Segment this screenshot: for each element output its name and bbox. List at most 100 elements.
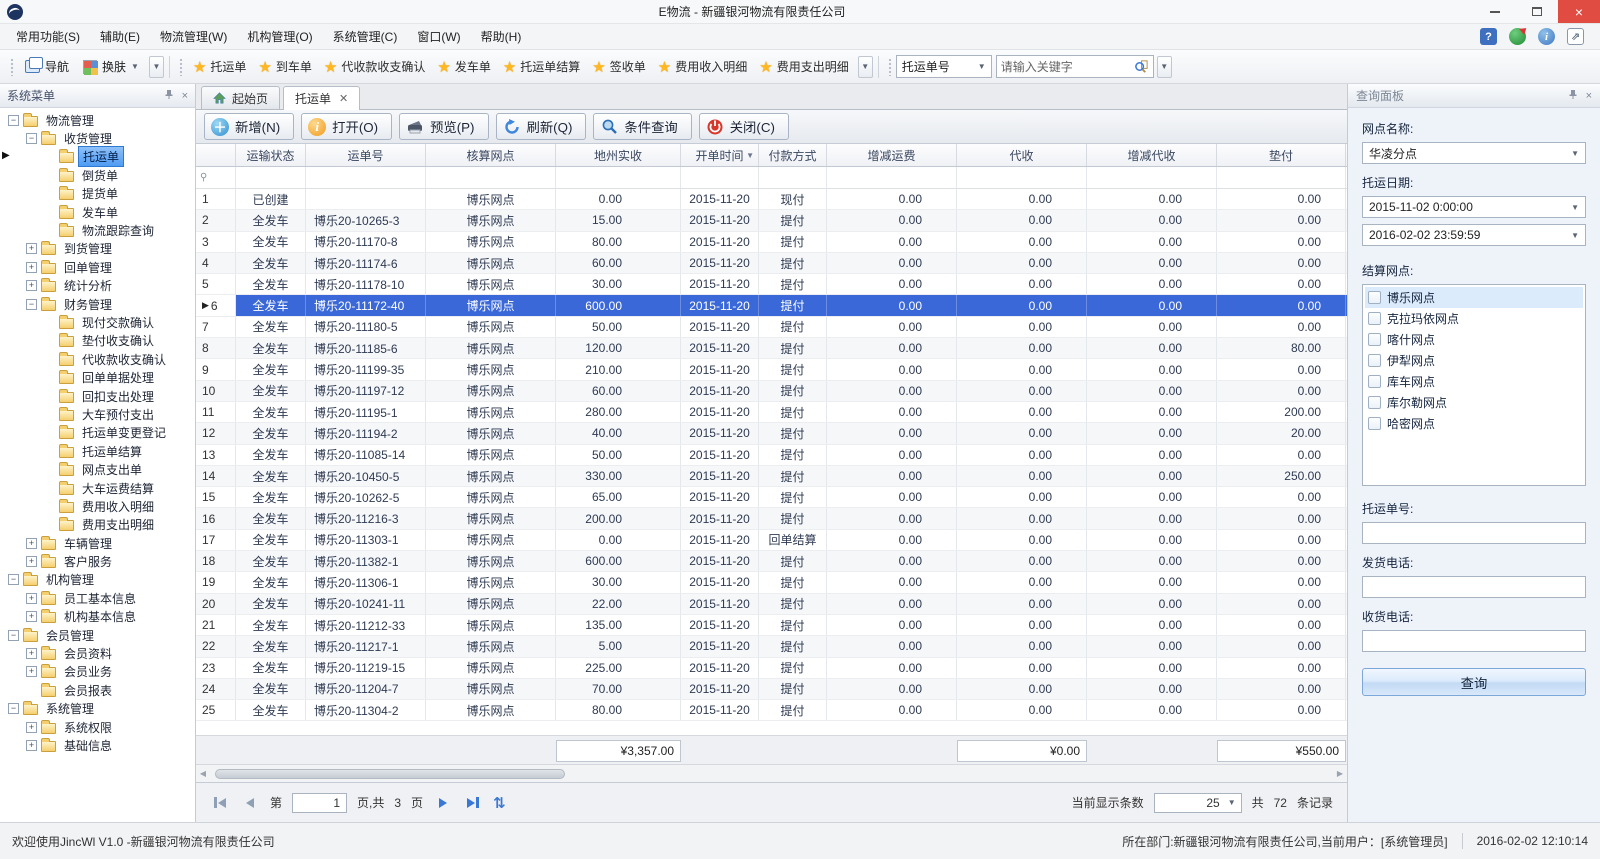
first-page-button[interactable] [210, 793, 230, 813]
collapse-icon[interactable]: − [26, 133, 37, 144]
tree-node[interactable]: 大车运费结算 [0, 479, 195, 497]
column-header[interactable]: 增减代收 [1087, 144, 1217, 166]
column-header[interactable]: 地州实收 [556, 144, 681, 166]
filter-cell[interactable] [1217, 167, 1346, 188]
table-row[interactable]: 25全发车博乐20-11304-2博乐网点80.002015-11-20提付0.… [196, 700, 1347, 721]
favorite-item[interactable]: ★代收款收支确认 [318, 58, 431, 76]
tree-node[interactable]: +基础信息 [0, 736, 195, 754]
tree-node[interactable]: +回单管理 [0, 258, 195, 276]
grid-filter-row[interactable]: ⚲ [196, 167, 1347, 189]
keyword-search-input[interactable] [1001, 60, 1134, 74]
date-to-select[interactable]: 2016-02-02 23:59:59 ▼ [1362, 224, 1586, 246]
table-row[interactable]: 3全发车博乐20-11170-8博乐网点80.002015-11-20提付0.0… [196, 232, 1347, 253]
expand-icon[interactable]: + [26, 538, 37, 549]
favorite-item[interactable]: ★托运单 [187, 58, 252, 76]
tree-node[interactable]: −财务管理 [0, 295, 195, 313]
favorite-item[interactable]: ★发车单 [431, 58, 496, 76]
horizontal-scrollbar[interactable]: ◀ ▶ [196, 765, 1347, 782]
filter-cell[interactable] [1087, 167, 1217, 188]
skin-button[interactable]: 换肤 ▼ [76, 54, 146, 79]
expand-icon[interactable]: + [26, 262, 37, 273]
settle-site-item[interactable]: 库车网点 [1365, 371, 1583, 392]
tree-node[interactable]: 代收款收支确认 [0, 350, 195, 368]
close-button[interactable]: × [1558, 0, 1600, 23]
favorite-item[interactable]: ★费用支出明细 [753, 58, 854, 76]
page-number-input[interactable] [292, 793, 347, 813]
tree-node[interactable]: +员工基本信息 [0, 589, 195, 607]
search-field-select[interactable]: 托运单号 ▼ [896, 55, 992, 78]
skin-more-button[interactable]: ▼ [149, 56, 164, 78]
checkbox-icon[interactable] [1368, 417, 1381, 430]
settle-site-item[interactable]: 库尔勒网点 [1365, 392, 1583, 413]
table-row[interactable]: 17全发车博乐20-11303-1博乐网点0.002015-11-20回单结算0… [196, 530, 1347, 551]
column-header[interactable]: 垫付 [1217, 144, 1346, 166]
prev-page-button[interactable] [240, 793, 260, 813]
table-row[interactable]: 2全发车博乐20-10265-3博乐网点15.002015-11-20提付0.0… [196, 210, 1347, 231]
menu-item[interactable]: 帮助(H) [471, 24, 532, 49]
filter-cell[interactable] [556, 167, 681, 188]
tree-node[interactable]: −物流管理 [0, 111, 195, 129]
column-header[interactable]: 增减运费 [827, 144, 957, 166]
settle-site-item[interactable]: 哈密网点 [1365, 413, 1583, 434]
table-row[interactable]: 13全发车博乐20-11085-14博乐网点50.002015-11-20提付0… [196, 445, 1347, 466]
maximize-button[interactable] [1516, 0, 1558, 23]
tree-node[interactable]: 网点支出单 [0, 460, 195, 478]
favorite-item[interactable]: ★签收单 [586, 58, 651, 76]
search-options-button[interactable]: ▼ [1157, 56, 1172, 78]
tree-node[interactable]: 回扣支出处理 [0, 387, 195, 405]
export-icon[interactable]: ⇗ [1567, 28, 1584, 45]
new-button[interactable]: ＋ 新增(N) [204, 113, 294, 140]
close-panel-icon[interactable]: × [182, 90, 188, 102]
checkbox-icon[interactable] [1368, 312, 1381, 325]
expand-icon[interactable]: + [26, 556, 37, 567]
checkbox-icon[interactable] [1368, 375, 1381, 388]
menu-item[interactable]: 系统管理(C) [323, 24, 408, 49]
tree-node[interactable]: +客户服务 [0, 552, 195, 570]
menu-item[interactable]: 机构管理(O) [237, 24, 322, 49]
table-row[interactable]: 5全发车博乐20-11178-10博乐网点30.002015-11-20提付0.… [196, 274, 1347, 295]
menu-item[interactable]: 窗口(W) [407, 24, 470, 49]
table-row[interactable]: 15全发车博乐20-10262-5博乐网点65.002015-11-20提付0.… [196, 487, 1347, 508]
column-header[interactable]: 核算网点 [426, 144, 556, 166]
query-button[interactable]: 查询 [1362, 668, 1586, 696]
table-row[interactable]: 10全发车博乐20-11197-12博乐网点60.002015-11-20提付0… [196, 381, 1347, 402]
settle-site-item[interactable]: 博乐网点 [1365, 287, 1583, 308]
tree-node[interactable]: +会员资料 [0, 644, 195, 662]
page-size-select[interactable]: 25 ▼ [1154, 793, 1242, 813]
settle-site-item[interactable]: 喀什网点 [1365, 329, 1583, 350]
table-row[interactable]: 14全发车博乐20-10450-5博乐网点330.002015-11-20提付0… [196, 466, 1347, 487]
expand-icon[interactable]: + [26, 243, 37, 254]
table-row[interactable]: 9全发车博乐20-11199-35博乐网点210.002015-11-20提付0… [196, 359, 1347, 380]
tree-node[interactable]: +到货管理 [0, 240, 195, 258]
tree-node[interactable]: +统计分析 [0, 277, 195, 295]
date-from-select[interactable]: 2015-11-02 0:00:00 ▼ [1362, 196, 1586, 218]
tree-node[interactable]: −机构管理 [0, 571, 195, 589]
tree-node[interactable]: 提货单 [0, 185, 195, 203]
close-tab-button[interactable]: 关闭(C) [699, 113, 789, 140]
pin-icon[interactable] [1568, 89, 1578, 103]
favorite-item[interactable]: ★费用收入明细 [652, 58, 753, 76]
minimize-button[interactable] [1474, 0, 1516, 23]
table-row[interactable]: 18全发车博乐20-11382-1博乐网点600.002015-11-20提付0… [196, 551, 1347, 572]
table-row[interactable]: 24全发车博乐20-11204-7博乐网点70.002015-11-20提付0.… [196, 679, 1347, 700]
expand-icon[interactable]: + [26, 740, 37, 751]
menu-item[interactable]: 常用功能(S) [6, 24, 90, 49]
filter-cell[interactable] [306, 167, 426, 188]
close-panel-icon[interactable]: × [1586, 90, 1592, 102]
expand-icon[interactable]: + [26, 280, 37, 291]
tree-node[interactable]: +机构基本信息 [0, 608, 195, 626]
open-button[interactable]: i 打开(O) [301, 113, 392, 140]
receiver-phone-input[interactable] [1362, 630, 1586, 652]
waybill-no-input[interactable] [1362, 522, 1586, 544]
info-icon[interactable]: i [1538, 28, 1555, 45]
filter-query-button[interactable]: 条件查询 [593, 113, 691, 140]
collapse-icon[interactable]: − [8, 574, 19, 585]
collapse-icon[interactable]: − [8, 703, 19, 714]
table-row[interactable]: ▶6全发车博乐20-11172-40博乐网点600.002015-11-20提付… [196, 295, 1347, 316]
collapse-icon[interactable]: − [26, 299, 37, 310]
scrollbar-thumb[interactable] [215, 769, 565, 779]
tree-node[interactable]: 托运单结算 [0, 442, 195, 460]
refresh-button[interactable]: 刷新(Q) [496, 113, 587, 140]
filter-cell[interactable]: ⚲ [196, 167, 236, 188]
expand-icon[interactable]: + [26, 648, 37, 659]
